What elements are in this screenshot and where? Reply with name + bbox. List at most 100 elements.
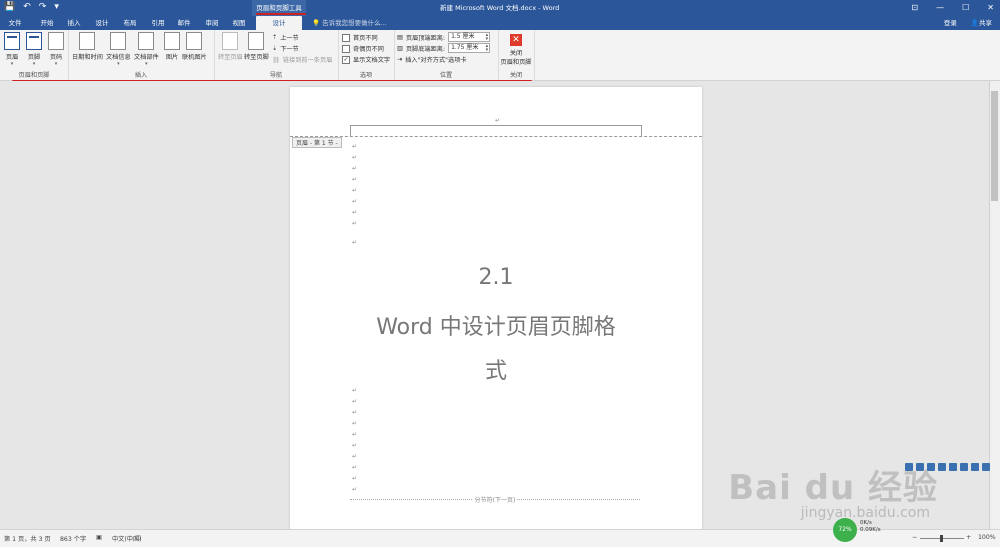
page-number-button[interactable]: 页码 ▾ [48,32,64,67]
zoom-in-icon[interactable]: + [966,534,971,541]
header-top-spinner[interactable]: 1.5 厘米 ▴ ▾ [448,32,491,42]
ime-icon[interactable] [916,463,924,471]
online-picture-button[interactable]: 联机图片 [182,32,207,61]
show-text-checkbox[interactable]: ✓ 显示文档文字 [342,55,390,64]
paragraph-mark: ↵ [352,209,358,216]
paragraph-mark: ↵ [352,387,358,394]
paragraph-mark: ↵ [352,198,358,205]
ime-toolbar [905,463,990,471]
redo-icon[interactable]: ↷ [39,2,47,12]
heading-number: 2.1 [478,265,514,290]
paragraph-mark: ↵ [352,453,358,460]
vertical-scrollbar[interactable] [989,81,1000,529]
picture-button[interactable]: 图片 [164,32,180,61]
tell-me-box[interactable]: 💡 告诉我您想要做什么... [312,16,387,30]
footer-bottom-spinner[interactable]: 1.75 厘米 ▴ ▾ [448,43,491,53]
maximize-icon[interactable]: ☐ [962,0,969,16]
header-frame [350,125,642,136]
group-navigation: 转至页眉 转至页脚 ⇡ 上一节 ⇣ 下一节 ⛓ 链接到前一条页眉 导航 [214,30,339,80]
ime-icon[interactable] [971,463,979,471]
page-count[interactable]: 第 1 页，共 3 页 [4,534,51,543]
paragraph-mark: ↵ [352,409,358,416]
restore-icon[interactable]: ⊡ [911,0,918,16]
tab-design[interactable]: 设计 [88,16,116,30]
tab-home[interactable]: 开始 [32,16,62,30]
word-count[interactable]: 863 个字 [60,534,86,543]
date-time-button[interactable]: 日期和时间 [72,32,103,61]
alignment-tab-icon: ⇥ [397,56,403,63]
close-icon[interactable]: ✕ [987,0,994,16]
link-previous-button[interactable]: ⛓ 链接到前一条页眉 [272,55,332,65]
first-page-checkbox[interactable]: 首页不同 [342,33,378,42]
tab-file[interactable]: 文件 [0,16,30,30]
quick-parts-icon [138,32,155,50]
tab-header-footer-design[interactable]: 设计 [256,16,302,30]
document-page[interactable]: ↵ 页眉 - 第 1 节 - ↵ ↵ ↵ ↵ ↵ ↵ ↵ ↵ ↵ 2.1 Wor… [290,87,702,537]
group-label-navigation: 导航 [269,72,283,79]
group-label-options: 选项 [359,72,373,79]
minimize-icon[interactable]: — [936,0,944,16]
insert-alignment-tab-button[interactable]: ⇥ 插入"对齐方式"选项卡 [397,55,467,64]
ime-icon[interactable] [949,463,957,471]
chevron-down-icon: ▾ [117,61,120,67]
link-icon: ⛓ [272,56,280,64]
undo-icon[interactable]: ↶ [23,2,31,12]
goto-footer-button[interactable]: 转至页脚 [244,32,269,61]
scrollbar-thumb[interactable] [991,91,998,201]
page-number-icon [48,32,64,50]
previous-section-button[interactable]: ⇡ 上一节 [272,33,299,42]
login-link[interactable]: 登录 [944,16,957,30]
zoom-slider-thumb[interactable] [940,535,943,542]
first-page-label: 首页不同 [353,35,378,42]
spinner-arrows-icon[interactable]: ▴ ▾ [486,44,489,53]
ime-icon[interactable] [982,463,990,471]
tab-references[interactable]: 引用 [144,16,172,30]
paragraph-mark: ↵ [352,176,358,183]
paragraph-mark: ↵ [495,117,501,124]
annotation-underline-context [256,13,306,15]
save-icon[interactable]: 💾 [4,2,15,12]
spinner-arrows-icon[interactable]: ▴ ▾ [486,33,489,42]
zoom-level[interactable]: 100% [978,534,996,541]
header-tag[interactable]: 页眉 - 第 1 节 - [292,137,342,148]
upload-speed: 0K/s [860,520,872,526]
tab-view[interactable]: 视图 [226,16,252,30]
macro-icon[interactable]: ▢ [135,534,141,541]
odd-even-checkbox[interactable]: 奇偶页不同 [342,44,384,53]
ime-icon[interactable] [927,463,935,471]
paragraph-mark: ↵ [352,475,358,482]
doc-info-label: 文档信息 [106,54,131,61]
customize-icon[interactable]: ▾ [54,2,59,12]
document-title: 新建 Microsoft Word 文档.docx - Word [440,4,560,12]
share-button[interactable]: 👤共享 [971,16,992,30]
ime-icon[interactable] [960,463,968,471]
quick-access-toolbar: 💾 ↶ ↷ ▾ [4,2,59,12]
network-monitor-badge[interactable]: 72% [833,518,857,542]
close-header-footer-button[interactable]: ✕ 关闭 页眉和页脚 [498,34,534,66]
doc-info-button[interactable]: 文档信息 ▾ [106,32,131,67]
tab-layout[interactable]: 布局 [116,16,144,30]
ime-icon[interactable] [938,463,946,471]
goto-header-label: 转至页眉 [218,54,243,61]
tab-insert[interactable]: 插入 [60,16,88,30]
group-label-close: 关闭 [509,72,523,79]
person-icon: 👤 [970,19,979,27]
doc-info-icon [110,32,127,50]
tab-review[interactable]: 审阅 [198,16,226,30]
goto-header-button[interactable]: 转至页眉 [218,32,243,61]
header-boundary-line [290,136,702,137]
footer-button[interactable]: 页脚 ▾ [26,32,42,67]
quick-parts-button[interactable]: 文档部件 ▾ [134,32,159,67]
ime-icon[interactable] [905,463,913,471]
tab-mailings[interactable]: 邮件 [170,16,198,30]
header-icon [4,32,20,50]
insert-alignment-tab-label: 插入"对齐方式"选项卡 [405,57,467,64]
group-label-position: 位置 [439,72,453,79]
goto-header-icon [222,32,239,50]
proofing-icon[interactable]: ▣ [96,534,102,541]
zoom-out-icon[interactable]: − [912,534,917,541]
header-button[interactable]: 页眉 ▾ [4,32,20,67]
chevron-down-icon: ▾ [145,61,148,67]
next-section-button[interactable]: ⇣ 下一节 [272,44,299,53]
group-position: ▤ 页眉顶端距离: 1.5 厘米 ▴ ▾ ▥ 页脚底端距离: 1.75 厘米 ▴ ▾ ⇥… [394,30,499,80]
